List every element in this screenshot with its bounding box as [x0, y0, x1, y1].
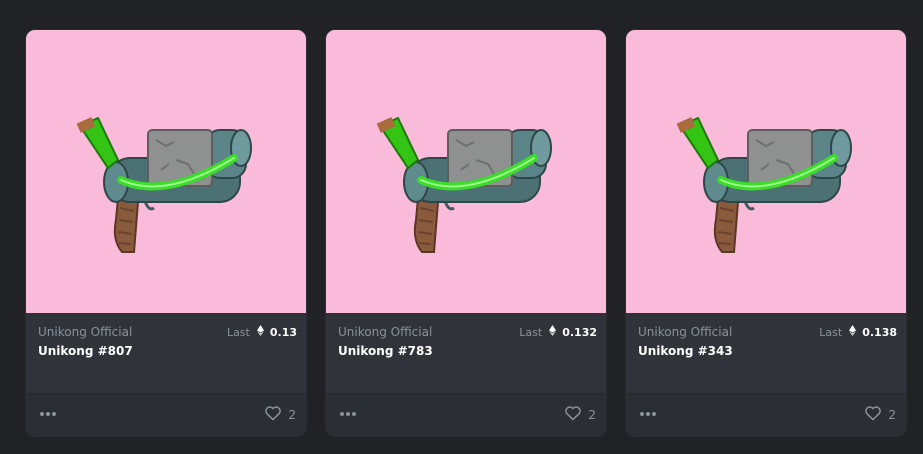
like-count: 2 [288, 407, 296, 422]
like-count: 2 [588, 407, 596, 422]
nft-card[interactable]: Unikong Official Unikong #783 Last 0.132… [325, 29, 607, 437]
card-footer: 2 [626, 393, 906, 436]
ethereum-icon [549, 325, 557, 339]
card-info: Unikong Official Unikong #807 Last 0.13 [26, 313, 306, 393]
heart-icon [264, 405, 282, 424]
collection-name[interactable]: Unikong Official [338, 325, 432, 339]
ray-gun-image [676, 116, 852, 253]
heart-icon [864, 405, 882, 424]
nft-image[interactable] [26, 30, 306, 313]
nft-image[interactable] [626, 30, 906, 313]
price-value: 0.132 [562, 325, 597, 339]
ray-gun-image [376, 116, 552, 253]
price-label: Last [819, 325, 843, 339]
last-price: Last 0.13 [227, 325, 297, 339]
price-value: 0.138 [862, 325, 897, 339]
nft-card[interactable]: Unikong Official Unikong #807 Last 0.13 … [25, 29, 307, 437]
like-button[interactable]: 2 [864, 405, 896, 424]
ray-gun-image [76, 116, 252, 253]
collection-name[interactable]: Unikong Official [638, 325, 732, 339]
price-label: Last [226, 325, 250, 339]
card-footer: 2 [326, 393, 606, 436]
card-info: Unikong Official Unikong #343 Last 0.138 [626, 313, 906, 393]
more-dots-icon[interactable] [340, 407, 360, 421]
heart-icon [564, 405, 582, 424]
card-info: Unikong Official Unikong #783 Last 0.132 [326, 313, 606, 393]
card-footer: 2 [26, 393, 306, 436]
like-count: 2 [888, 407, 896, 422]
more-dots-icon[interactable] [640, 407, 660, 421]
nft-image[interactable] [326, 30, 606, 313]
like-button[interactable]: 2 [264, 405, 296, 424]
nft-card-grid: Unikong Official Unikong #807 Last 0.13 … [0, 0, 923, 454]
nft-name[interactable]: Unikong #343 [638, 344, 733, 358]
collection-name[interactable]: Unikong Official [38, 325, 132, 339]
last-price: Last 0.138 [819, 325, 897, 339]
nft-name[interactable]: Unikong #783 [338, 344, 433, 358]
nft-card[interactable]: Unikong Official Unikong #343 Last 0.138… [625, 29, 907, 437]
ethereum-icon [256, 325, 264, 339]
last-price: Last 0.132 [519, 325, 597, 339]
like-button[interactable]: 2 [564, 405, 596, 424]
nft-name[interactable]: Unikong #807 [38, 344, 133, 358]
more-dots-icon[interactable] [40, 407, 60, 421]
price-label: Last [519, 325, 543, 339]
ethereum-icon [849, 325, 857, 339]
price-value: 0.13 [269, 325, 297, 339]
